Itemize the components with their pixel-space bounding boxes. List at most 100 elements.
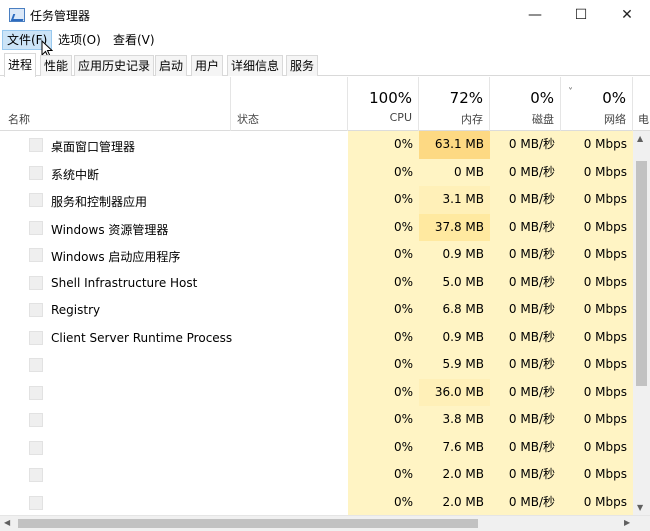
tab-processes[interactable]: 进程	[4, 53, 37, 77]
network-value: 0 Mbps	[561, 323, 633, 351]
disk-value: 0 MB/秒	[490, 186, 561, 214]
memory-value: 36.0 MB	[419, 378, 490, 406]
vertical-scroll-thumb[interactable]	[636, 161, 647, 386]
scroll-left-icon[interactable]: ◀	[4, 518, 10, 527]
process-name: Client Server Runtime Process	[51, 330, 233, 345]
minimize-button[interactable]: —	[512, 0, 558, 30]
table-row[interactable]: 0% 2.0 MB 0 MB/秒 0 Mbps	[0, 461, 633, 489]
horizontal-scroll-thumb[interactable]	[18, 519, 478, 528]
menu-options[interactable]: 选项(O)	[54, 30, 105, 50]
column-cpu[interactable]: 100% CPU	[348, 77, 419, 131]
process-icon	[29, 358, 43, 372]
tab-startup[interactable]: 启动	[155, 55, 188, 76]
network-value: 0 Mbps	[561, 131, 633, 159]
close-button[interactable]: ✕	[604, 0, 650, 30]
memory-value: 2.0 MB	[419, 461, 490, 489]
maximize-button[interactable]: ☐	[558, 0, 604, 30]
memory-total: 72%	[449, 89, 483, 107]
process-icon	[29, 495, 43, 510]
network-value: 0 Mbps	[561, 241, 633, 269]
cpu-value: 0%	[348, 323, 419, 351]
column-status[interactable]: 状态	[231, 77, 348, 131]
table-row[interactable]: 系统中断 0% 0 MB 0 MB/秒 0 Mbps	[0, 158, 633, 186]
table-row[interactable]: 0% 2.0 MB 0 MB/秒 0 Mbps	[0, 488, 633, 515]
table-row[interactable]: 0% 7.6 MB 0 MB/秒 0 Mbps	[0, 433, 633, 461]
table-row[interactable]: 0% 3.8 MB 0 MB/秒 0 Mbps	[0, 406, 633, 434]
tab-performance[interactable]: 性能	[40, 55, 73, 76]
disk-value: 0 MB/秒	[490, 461, 561, 489]
table-row[interactable]: Windows 资源管理器 0% 37.8 MB 0 MB/秒 0 Mbps	[0, 213, 633, 241]
column-header: 名称 状态 100% CPU 72% 内存 0% 磁盘 ˅ 0% 网络 电	[0, 77, 650, 131]
tab-users[interactable]: 用户	[191, 55, 224, 76]
table-row[interactable]: Shell Infrastructure Host 0% 5.0 MB 0 MB…	[0, 268, 633, 296]
column-name-label: 名称	[8, 113, 30, 126]
process-icon	[29, 275, 43, 290]
memory-value: 6.8 MB	[419, 296, 490, 324]
process-name: Shell Infrastructure Host	[51, 275, 198, 290]
scroll-down-icon[interactable]: ▼	[637, 503, 643, 512]
process-name: Windows 启动应用程序	[51, 250, 181, 264]
cpu-value: 0%	[348, 131, 419, 159]
memory-value: 0.9 MB	[419, 323, 490, 351]
memory-value: 63.1 MB	[419, 131, 490, 159]
column-disk[interactable]: 0% 磁盘	[490, 77, 561, 131]
menu-view[interactable]: 查看(V)	[109, 30, 159, 50]
network-value: 0 Mbps	[561, 461, 633, 489]
cpu-value: 0%	[348, 158, 419, 186]
process-icon	[29, 440, 43, 455]
disk-value: 0 MB/秒	[490, 351, 561, 379]
memory-value: 0 MB	[419, 158, 490, 186]
task-manager-icon	[9, 8, 25, 22]
disk-value: 0 MB/秒	[490, 406, 561, 434]
cpu-total: 100%	[369, 89, 412, 107]
process-icon	[29, 193, 43, 207]
column-name[interactable]: 名称	[0, 77, 231, 131]
horizontal-scrollbar[interactable]: ◀ ▶	[0, 515, 650, 531]
column-memory[interactable]: 72% 内存	[419, 77, 490, 131]
cpu-value: 0%	[348, 378, 419, 406]
table-row[interactable]: 0% 36.0 MB 0 MB/秒 0 Mbps	[0, 378, 633, 406]
network-value: 0 Mbps	[561, 378, 633, 406]
process-name: Registry	[51, 303, 101, 317]
table-row[interactable]: Windows 启动应用程序 0% 0.9 MB 0 MB/秒 0 Mbps	[0, 241, 633, 269]
process-icon	[29, 220, 43, 235]
tab-services[interactable]: 服务	[286, 55, 319, 76]
table-row[interactable]: 桌面窗口管理器 0% 63.1 MB 0 MB/秒 0 Mbps	[0, 131, 633, 159]
tab-bar: 进程 性能 应用历史记录 启动 用户 详细信息 服务	[0, 53, 650, 77]
cpu-value: 0%	[348, 488, 419, 515]
cpu-value: 0%	[348, 433, 419, 461]
process-icon	[29, 303, 43, 317]
table-row[interactable]: 服务和控制器应用 0% 3.1 MB 0 MB/秒 0 Mbps	[0, 186, 633, 214]
disk-value: 0 MB/秒	[490, 213, 561, 241]
disk-value: 0 MB/秒	[490, 268, 561, 296]
table-row[interactable]: Registry 0% 6.8 MB 0 MB/秒 0 Mbps	[0, 296, 633, 324]
vertical-scrollbar[interactable]: ▲ ▼	[633, 131, 650, 515]
network-value: 0 Mbps	[561, 268, 633, 296]
disk-value: 0 MB/秒	[490, 296, 561, 324]
process-icon	[29, 165, 43, 180]
tab-details[interactable]: 详细信息	[227, 55, 284, 76]
process-name: 服务和控制器应用	[51, 195, 148, 209]
network-value: 0 Mbps	[561, 488, 633, 515]
process-icon	[29, 330, 43, 345]
cpu-value: 0%	[348, 296, 419, 324]
process-icon	[29, 385, 43, 400]
column-status-label: 状态	[237, 113, 259, 126]
process-icon	[29, 468, 43, 482]
column-power-label[interactable]: 电	[638, 111, 649, 127]
tab-app-history[interactable]: 应用历史记录	[74, 55, 155, 76]
scroll-up-icon[interactable]: ▲	[637, 134, 643, 143]
memory-label: 内存	[461, 113, 483, 126]
scroll-right-icon[interactable]: ▶	[624, 518, 630, 527]
table-row[interactable]: Client Server Runtime Process 0% 0.9 MB …	[0, 323, 633, 351]
cpu-value: 0%	[348, 213, 419, 241]
process-name: Windows 资源管理器	[51, 222, 169, 237]
network-value: 0 Mbps	[561, 158, 633, 186]
column-network[interactable]: ˅ 0% 网络	[561, 77, 633, 131]
disk-value: 0 MB/秒	[490, 488, 561, 515]
sort-chevron-icon: ˅	[568, 87, 573, 98]
disk-value: 0 MB/秒	[490, 158, 561, 186]
window-title: 任务管理器	[30, 9, 91, 23]
memory-value: 5.9 MB	[419, 351, 490, 379]
table-row[interactable]: 0% 5.9 MB 0 MB/秒 0 Mbps	[0, 351, 633, 379]
